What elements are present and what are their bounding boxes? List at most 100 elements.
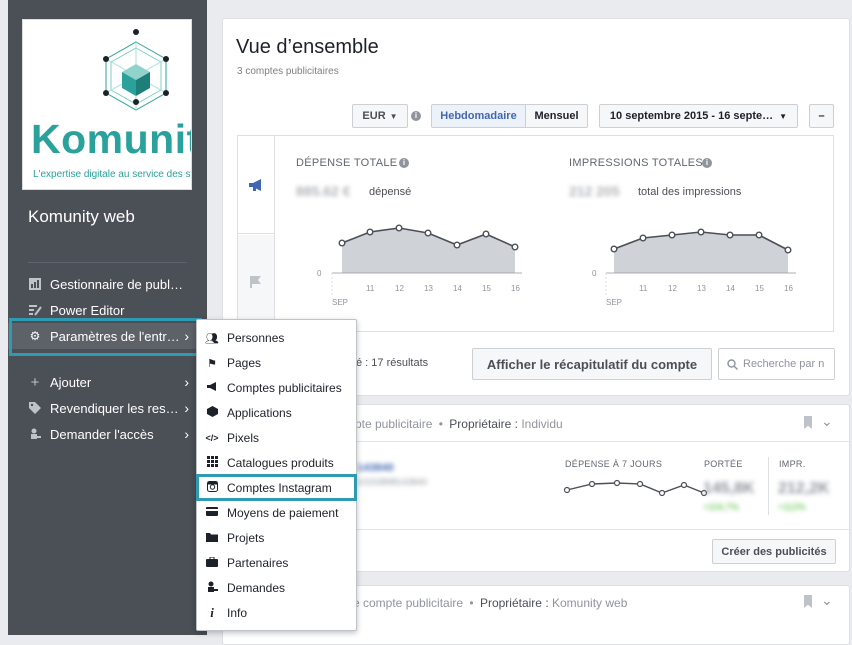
spend-chart: 0 11 12 13 14 15 16 SEP bbox=[317, 224, 522, 307]
x-tick: 15 bbox=[482, 284, 491, 293]
business-name: Komunity web bbox=[28, 207, 135, 226]
menu-item-label: Personnes bbox=[227, 331, 285, 345]
menu-item-pixels[interactable]: </> Pixels bbox=[197, 426, 356, 450]
page-title: Vue d’ensemble bbox=[236, 36, 379, 58]
sidebar-item-request-access[interactable]: Demander l'accès › bbox=[8, 421, 207, 447]
menu-item-people[interactable]: 👥︎ Personnes bbox=[197, 326, 356, 350]
currency-dropdown[interactable]: EUR ▼ bbox=[352, 104, 408, 128]
zero-tick: 0 bbox=[592, 269, 597, 278]
menu-item-label: Comptes publicitaires bbox=[227, 381, 342, 395]
account-spend-sparkline bbox=[563, 479, 708, 497]
info-icon[interactable]: i bbox=[702, 158, 712, 168]
sidebar-item-add[interactable]: + Ajouter › bbox=[8, 369, 207, 395]
menu-item-label: Pixels bbox=[227, 431, 260, 445]
info-icon: i bbox=[210, 605, 214, 620]
x-tick: 12 bbox=[668, 284, 677, 293]
account-summary-button[interactable]: Afficher le récapitulatif du compte bbox=[472, 348, 712, 380]
reach-delta: +104,7% bbox=[703, 502, 739, 512]
impressions-value: 212 205 bbox=[569, 183, 620, 199]
person-key-icon bbox=[205, 581, 219, 596]
info-icon[interactable]: i bbox=[411, 111, 421, 121]
x-tick: 11 bbox=[366, 284, 375, 293]
impressions-short-label: IMPR. bbox=[779, 459, 806, 469]
sidebar-item-ads-manager[interactable]: Gestionnaire de publ… bbox=[8, 271, 207, 297]
menu-item-payment-methods[interactable]: Moyens de paiement bbox=[197, 501, 356, 525]
stats-tabs bbox=[238, 136, 275, 331]
chart-point bbox=[784, 246, 792, 254]
weekly-toggle-button[interactable]: Hebdomadaire bbox=[431, 104, 526, 128]
tab-pages[interactable] bbox=[238, 235, 274, 331]
collapse-button[interactable]: – bbox=[809, 104, 834, 128]
sidebar-item-label: Power Editor bbox=[50, 302, 125, 318]
pencil-lines-icon bbox=[28, 303, 42, 317]
highlight-frame-business-settings bbox=[9, 318, 202, 356]
chart-point bbox=[668, 231, 676, 239]
impressions-chart: 0 11 12 13 14 15 16 SEP bbox=[592, 228, 796, 307]
date-range-dropdown[interactable]: 10 septembre 2015 - 16 septe… ▼ bbox=[599, 104, 798, 128]
menu-item-partners[interactable]: Partenaires bbox=[197, 551, 356, 575]
hexagon-cube-logo-icon bbox=[103, 29, 169, 111]
menu-item-pages[interactable]: ⚑ Pages bbox=[197, 351, 356, 375]
chart-point bbox=[639, 234, 647, 242]
owner-value: Komunity web bbox=[552, 596, 628, 610]
account-id-link[interactable]: 143840 bbox=[357, 462, 394, 474]
tab-ads[interactable] bbox=[238, 136, 274, 234]
chart-point bbox=[338, 239, 346, 247]
grid-icon bbox=[205, 456, 219, 470]
chart-point bbox=[755, 231, 763, 239]
sidebar-item-label: Revendiquer les res… bbox=[50, 400, 179, 416]
x-tick: 14 bbox=[726, 284, 735, 293]
credit-card-icon bbox=[205, 507, 219, 519]
monthly-toggle-button[interactable]: Mensuel bbox=[525, 104, 588, 128]
menu-item-label: Info bbox=[227, 606, 248, 620]
month-tick: SEP bbox=[606, 298, 622, 307]
logo-tagline: L'expertise digitale au service des stra bbox=[33, 169, 192, 180]
spend-label: DÉPENSE TOTALE bbox=[296, 157, 398, 169]
menu-item-product-catalogs[interactable]: Catalogues produits bbox=[197, 451, 356, 475]
menu-item-requests[interactable]: Demandes bbox=[197, 576, 356, 600]
code-icon: </> bbox=[205, 433, 219, 443]
flag-icon bbox=[250, 276, 261, 288]
impressions-unit: total des impressions bbox=[638, 186, 742, 198]
search-input[interactable]: Recherche par n bbox=[718, 348, 835, 380]
sidebar-item-claim[interactable]: Revendiquer les res… › bbox=[8, 395, 207, 421]
chevron-down-icon[interactable]: ⌄ bbox=[821, 413, 833, 430]
briefcase-icon bbox=[205, 556, 219, 570]
create-ads-button[interactable]: Créer des publicités bbox=[712, 539, 836, 564]
owner-label: Propriétaire : bbox=[479, 596, 549, 610]
sidebar-item-label: Ajouter bbox=[50, 374, 92, 390]
menu-item-info[interactable]: i Info bbox=[197, 601, 356, 625]
chevron-right-icon: › bbox=[184, 374, 189, 390]
menu-item-projects[interactable]: Projets bbox=[197, 526, 356, 550]
sidebar-divider bbox=[28, 262, 187, 263]
impressions-label: IMPRESSIONS TOTALES bbox=[569, 157, 704, 169]
search-placeholder: Recherche par n bbox=[743, 358, 825, 370]
chevron-down-icon[interactable]: ⌄ bbox=[821, 592, 833, 609]
month-tick: SEP bbox=[332, 298, 348, 307]
menu-item-ad-accounts[interactable]: Comptes publicitaires bbox=[197, 376, 356, 400]
owner-label: Propriétaire : bbox=[449, 417, 518, 431]
highlight-frame-instagram-accounts bbox=[196, 474, 357, 501]
menu-item-apps[interactable]: Applications bbox=[197, 401, 356, 425]
results-count: é : 17 résultats bbox=[356, 357, 429, 369]
owner-value: Individu bbox=[521, 417, 563, 431]
info-icon[interactable]: i bbox=[399, 158, 409, 168]
caret-down-icon: ▼ bbox=[389, 111, 398, 121]
chart-point bbox=[366, 228, 374, 236]
x-tick: 12 bbox=[395, 284, 404, 293]
impressions-short-value: 212,2K bbox=[778, 480, 830, 497]
column-divider bbox=[768, 457, 769, 515]
menu-item-label: Partenaires bbox=[227, 556, 289, 570]
menu-item-label: Catalogues produits bbox=[227, 456, 334, 470]
x-tick: 14 bbox=[453, 284, 462, 293]
x-tick: 15 bbox=[755, 284, 764, 293]
weekly-label: Hebdomadaire bbox=[440, 110, 517, 122]
menu-item-label: Demandes bbox=[227, 581, 286, 595]
reach-label: PORTÉE bbox=[704, 459, 743, 469]
chevron-right-icon: › bbox=[184, 400, 189, 416]
zero-tick: 0 bbox=[317, 269, 322, 278]
plus-icon: + bbox=[30, 373, 40, 391]
people-icon: 👥︎ bbox=[205, 332, 219, 345]
chart-point bbox=[697, 228, 705, 236]
megaphone-icon bbox=[205, 381, 219, 395]
